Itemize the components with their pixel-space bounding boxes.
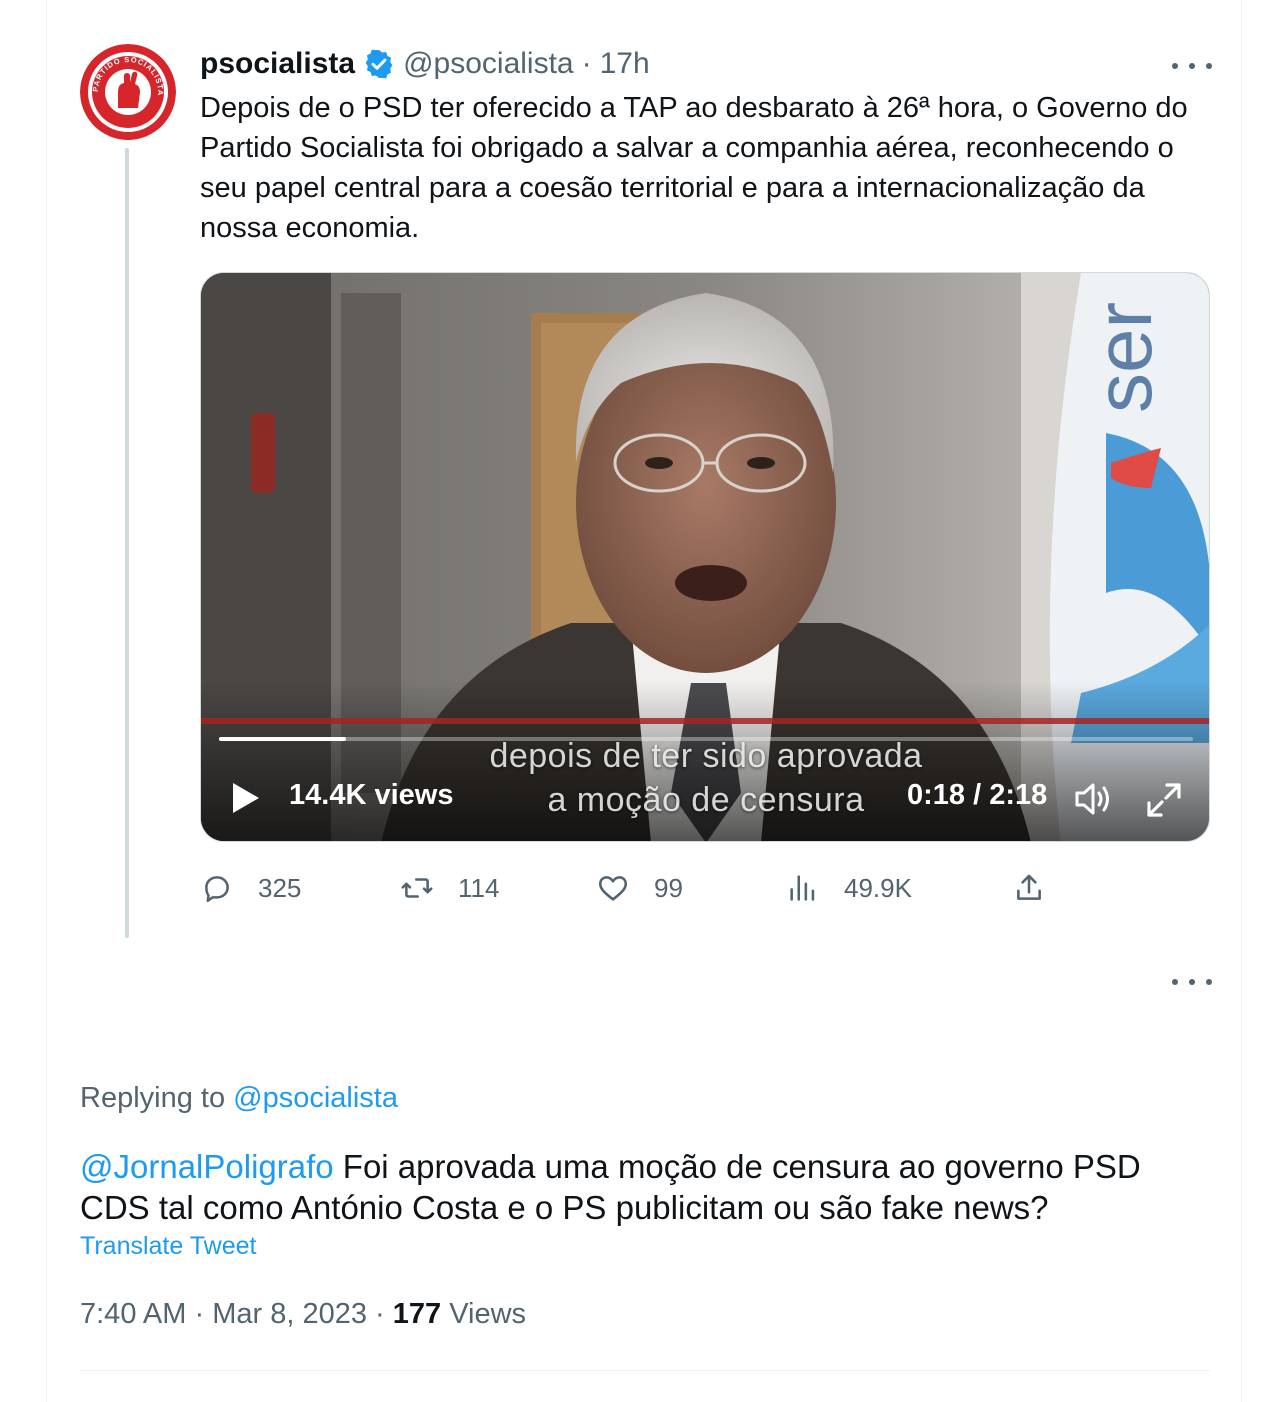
views-chart-icon bbox=[790, 875, 815, 901]
retweet-button[interactable]: 114 bbox=[400, 866, 499, 910]
retweet-icon bbox=[401, 878, 433, 898]
fullscreen-icon[interactable] bbox=[1145, 781, 1183, 819]
separator-dot: · bbox=[581, 47, 592, 80]
tweet-date[interactable]: Mar 8, 2023 bbox=[212, 1298, 367, 1330]
tweet-time[interactable]: 7:40 AM bbox=[80, 1298, 186, 1330]
user-handle[interactable]: @psocialista bbox=[403, 47, 574, 81]
divider bbox=[80, 1370, 1210, 1371]
translate-tweet-link[interactable]: Translate Tweet bbox=[80, 1232, 256, 1261]
like-count: 99 bbox=[654, 872, 683, 903]
play-icon[interactable] bbox=[231, 781, 261, 815]
retweet-count: 114 bbox=[458, 872, 500, 903]
avatar[interactable]: PARTIDO SOCIALISTA bbox=[80, 44, 176, 140]
svg-text:ser: ser bbox=[1079, 302, 1168, 413]
tweet-action-bar: 325 114 99 49.9K bbox=[200, 866, 1060, 910]
replying-to-line: Replying to @psocialista bbox=[80, 1082, 398, 1115]
video-timecode: 0:18 / 2:18 bbox=[907, 779, 1048, 811]
display-name[interactable]: psocialista bbox=[200, 47, 355, 81]
volume-icon[interactable] bbox=[1073, 779, 1113, 819]
heart-icon bbox=[598, 876, 628, 901]
separator-dot: · bbox=[375, 1298, 385, 1330]
tweet-text: Depois de o PSD ter oferecido a TAP ao d… bbox=[200, 92, 1188, 244]
verified-badge-icon bbox=[365, 49, 393, 79]
tweet-meta: 7:40 AM · Mar 8, 2023 · 177 Views bbox=[80, 1298, 526, 1331]
views-count: 49.9K bbox=[844, 872, 912, 903]
views-button[interactable]: 49.9K bbox=[786, 866, 912, 910]
view-count: 177 bbox=[392, 1298, 442, 1330]
share-button[interactable] bbox=[1012, 866, 1070, 910]
separator-dot: · bbox=[194, 1298, 205, 1330]
reply-icon bbox=[205, 876, 229, 903]
reply-count: 325 bbox=[258, 872, 302, 903]
video-subtitle-line-1: depois de ter sido aprovada bbox=[489, 737, 923, 775]
share-icon bbox=[1017, 874, 1041, 900]
like-button[interactable]: 99 bbox=[596, 866, 683, 910]
tweet-timestamp[interactable]: 17h bbox=[600, 47, 650, 81]
party-logo-icon: PARTIDO SOCIALISTA bbox=[80, 44, 176, 140]
mention-link[interactable]: @JornalPoligrafo bbox=[80, 1148, 334, 1185]
thread-connector-line bbox=[125, 148, 129, 938]
replying-to-handle[interactable]: @psocialista bbox=[233, 1082, 398, 1114]
tweet-header: psocialista @psocialista · 17h bbox=[200, 44, 650, 84]
video-player[interactable]: ser depois de ter sido aprovada a moção … bbox=[200, 272, 1210, 842]
replying-to-label: Replying to bbox=[80, 1082, 226, 1114]
reply-tweet-text: @JornalPoligrafo Foi aprovada uma moção … bbox=[80, 1146, 1210, 1228]
more-options-icon[interactable] bbox=[1172, 56, 1212, 76]
reply-button[interactable]: 325 bbox=[200, 866, 301, 910]
video-view-count: 14.4K views bbox=[289, 779, 454, 811]
views-label: Views bbox=[449, 1298, 527, 1330]
more-options-icon[interactable] bbox=[1172, 972, 1212, 992]
